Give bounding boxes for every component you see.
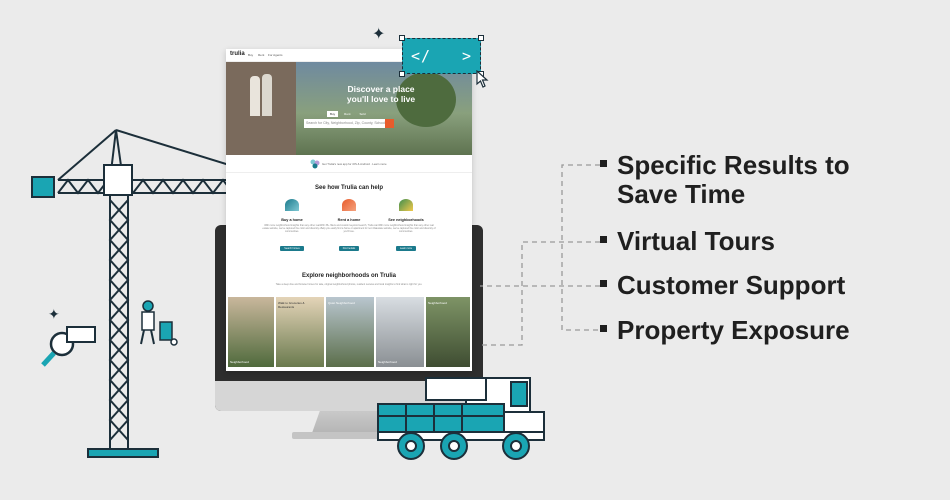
code-tag-left: </ [411,47,432,65]
feature-label: Property Exposure [617,315,850,345]
explore-title: Explore neighborhoods on Trulia [301,273,396,279]
feature-item: Customer Support [600,271,845,300]
resize-handle[interactable] [399,71,405,77]
sparkle-icon: ✦ [48,306,60,322]
site-logo[interactable]: trulia [230,51,245,57]
search-homes-button[interactable]: Search homes [280,246,304,251]
hero-title: Discover a place you'll love to live [286,84,472,104]
feature-label: Virtual Tours [617,226,775,256]
find-rentals-button[interactable]: Find rentals [338,246,360,251]
neighborhood-photo[interactable]: Neighborhood [426,297,470,367]
resize-handle[interactable] [399,35,405,41]
neighborhood-photo[interactable]: Walk to Groceries & Restaurants [276,297,324,367]
photo-caption: Neighborhood [428,301,447,305]
hero-title-line2: you'll love to live [346,94,416,104]
help-card-title: Buy a home [281,218,303,222]
help-card-buy: Buy a home With more neighborhood insigh… [262,199,322,254]
photo-caption: Quiet Neighborhood [328,301,355,305]
hero-section: Discover a place you'll love to live Buy… [226,62,472,155]
hero-person [262,74,272,116]
feature-label: Specific Results to Save Time [617,151,850,209]
explore-subtitle: Take a deep dive and browse homes for sa… [275,283,423,286]
code-tag-box[interactable]: </ > [399,35,484,77]
photo-caption: Walk to Groceries & Restaurants [278,301,305,309]
feature-line: Save Time [617,179,746,209]
worker-icon [136,300,184,350]
bullet-square-icon [600,325,607,332]
help-card-desc: With more neighborhood insights than any… [376,224,436,233]
feature-item: Property Exposure [600,316,850,345]
sparkle-icon: ✦ [372,26,386,43]
tab-sold[interactable]: Sold [357,111,369,117]
neighborhood-photo[interactable]: Neighborhood [228,297,274,367]
truck-illustration [377,377,545,460]
help-card-title: Rent a home [337,218,361,222]
help-card-desc: With 35+ filters and custom keyword sear… [320,224,378,233]
app-notice: Get Trulia's new app for iOS & Android ·… [226,155,472,173]
website-mockup: trulia Buy Rent For Agents Create Accoun… [226,49,472,371]
feature-line: Specific Results to [617,150,850,180]
nav-link-agents[interactable]: For Agents [268,53,283,57]
neighborhood-icon [399,199,413,211]
search-placeholder: Search for City, Neighborhood, Zip, Coun… [306,121,386,125]
hero-title-line1: Discover a place [347,84,415,94]
buy-home-icon [285,199,299,211]
nav-link-rent[interactable]: Rent [258,53,264,57]
rent-home-icon [342,199,356,211]
cursor-icon [476,70,489,88]
bullet-square-icon [600,160,607,167]
search-button[interactable] [385,119,394,128]
help-card-rent: Rent a home With 35+ filters and custom … [319,199,379,254]
feature-item: Virtual Tours [600,227,775,256]
help-card-title: See neighborhoods [388,218,424,222]
feature-item: Specific Results to Save Time [600,151,850,209]
neighborhood-photo[interactable]: Quiet Neighborhood [326,297,374,367]
tab-buy[interactable]: Buy [327,111,339,117]
tab-rent[interactable]: Rent [341,111,353,117]
help-card-desc: With more neighborhood insights than any… [262,224,322,233]
connector-lines [480,164,600,346]
learn-more-button[interactable]: Learn more [395,246,417,251]
hero-person [250,76,260,116]
feature-label: Customer Support [617,270,846,300]
hero-tabs: Buy Rent Sold [327,111,369,117]
speech-bubble-icon [66,326,96,343]
app-icon [310,159,320,169]
hero-house-photo [226,62,296,155]
photo-caption: Neighborhood [230,360,249,364]
resize-handle[interactable] [478,35,484,41]
help-title: See how Trulia can help [314,185,384,191]
notice-text[interactable]: Get Trulia's new app for iOS & Android ·… [322,162,387,166]
neighborhood-photo[interactable]: Neighborhood [376,297,424,367]
nav-link-buy[interactable]: Buy [248,53,253,57]
photo-caption: Neighborhood [378,360,397,364]
help-card-neighborhoods: See neighborhoods With more neighborhood… [376,199,436,254]
bullet-square-icon [600,236,607,243]
code-tag-right: > [461,47,471,65]
search-input[interactable]: Search for City, Neighborhood, Zip, Coun… [304,119,394,128]
bullet-square-icon [600,280,607,287]
